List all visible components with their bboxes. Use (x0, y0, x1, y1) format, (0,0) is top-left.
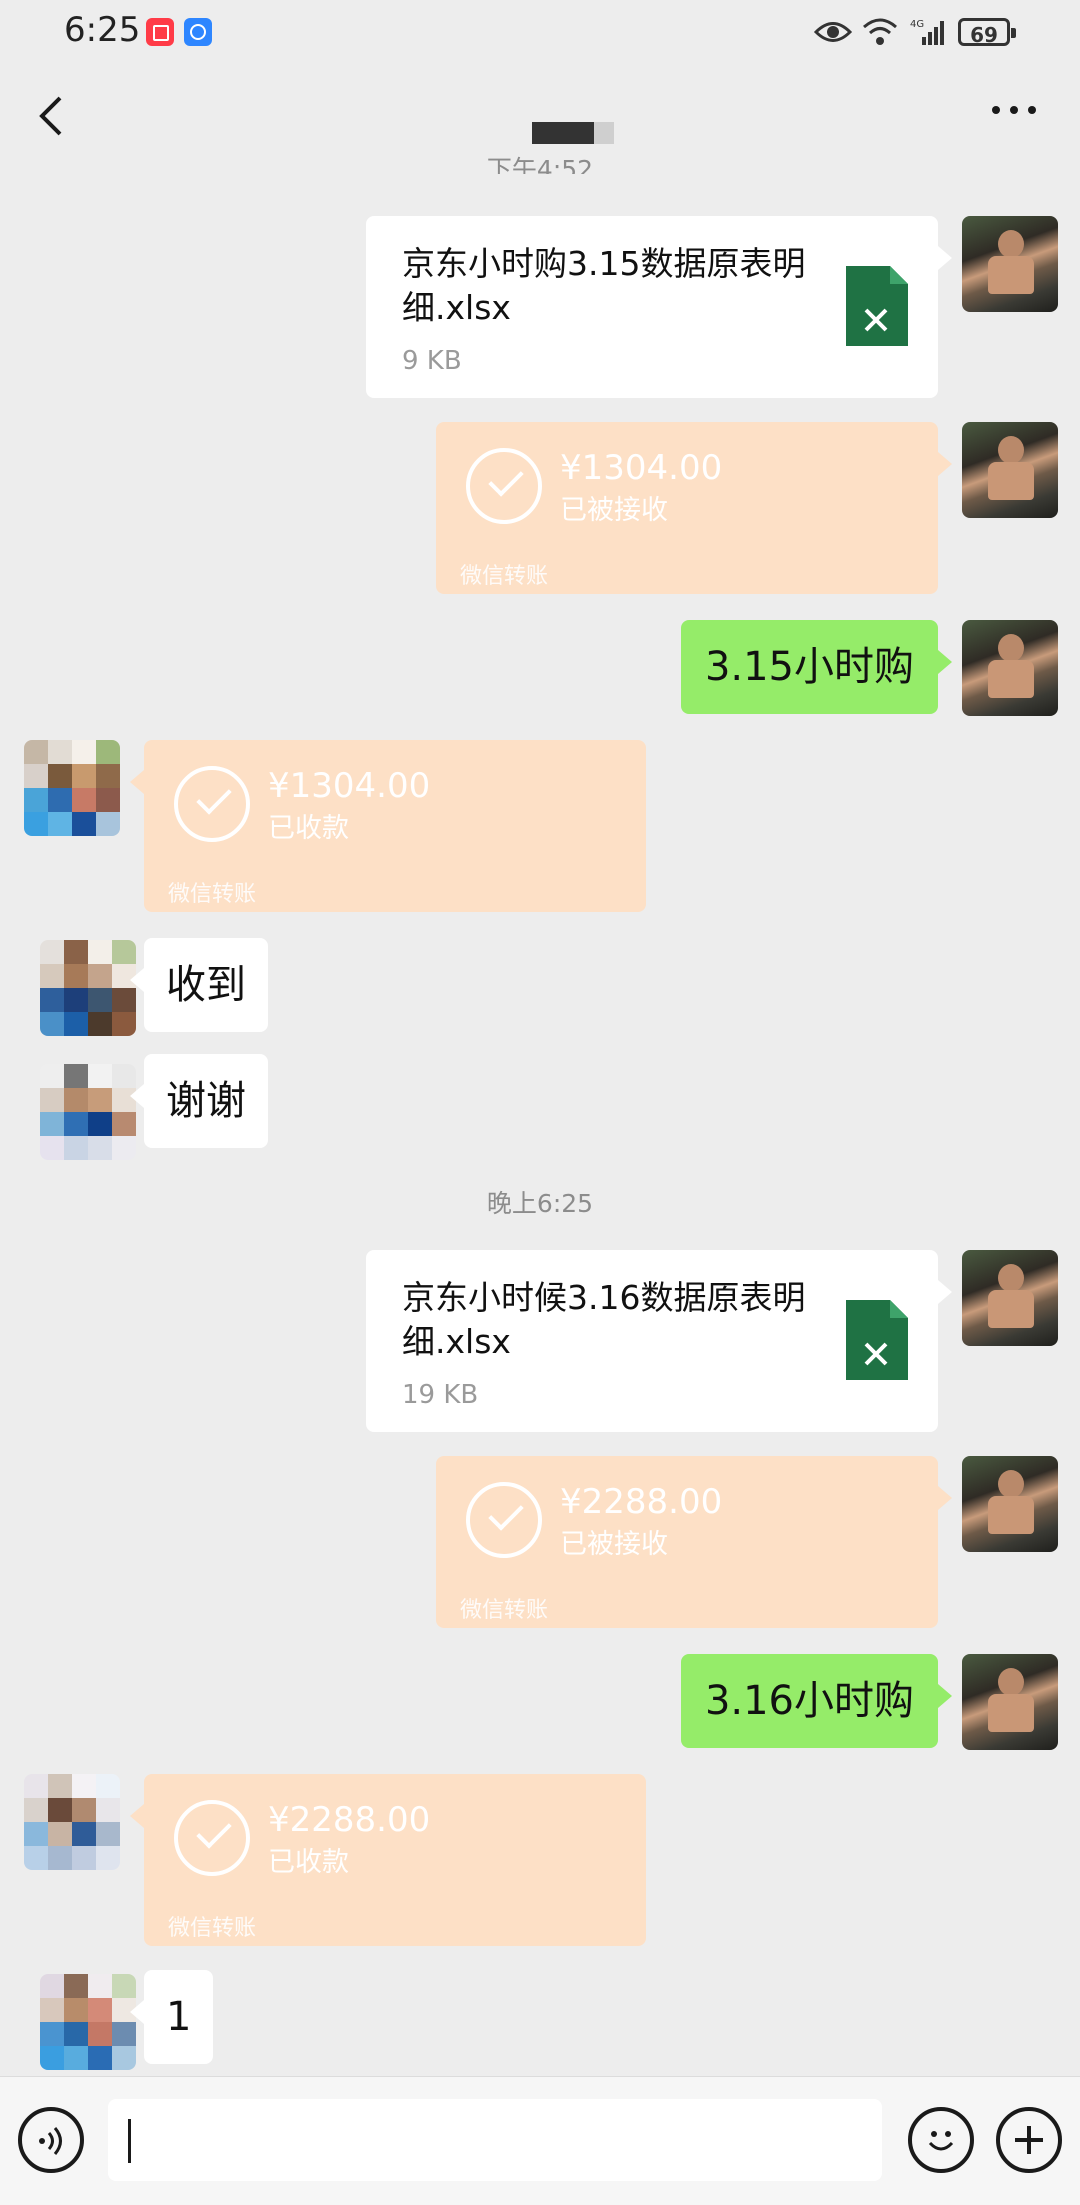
transfer-label: 微信转账 (168, 882, 257, 907)
wifi-icon (863, 18, 897, 45)
status-time: 6:25 (64, 10, 141, 50)
contact-avatar[interactable] (40, 1064, 136, 1160)
transfer-status: 已被接收 (560, 495, 668, 526)
file-message[interactable]: 京东小时候3.16数据原表明细.xlsx 19 KB (366, 1250, 952, 1432)
check-circle-icon (174, 766, 250, 842)
transfer-label: 微信转账 (460, 1598, 549, 1623)
more-options-icon[interactable] (990, 100, 1038, 120)
network-type-label: 4G (910, 19, 924, 30)
file-name: 京东小时候3.16数据原表明细.xlsx (402, 1278, 806, 1361)
transfer-label: 微信转账 (460, 564, 549, 589)
eye-icon (814, 22, 852, 42)
status-indicators: 4G 69 (814, 12, 1016, 52)
transfer-amount: ¥2288.00 (560, 1482, 723, 1522)
voice-icon (39, 2127, 62, 2155)
check-circle-icon (466, 1482, 542, 1558)
battery-icon: 69 (958, 18, 1016, 47)
contact-avatar[interactable] (24, 1774, 120, 1870)
contact-name-redacted (532, 122, 614, 144)
file-name: 京东小时购3.15数据原表明细.xlsx (402, 244, 806, 327)
timestamp: 晚上6:25 (486, 1189, 594, 1218)
notification-app-icon (146, 18, 174, 46)
transfer-label: 微信转账 (168, 1916, 257, 1941)
my-avatar[interactable] (962, 1250, 1058, 1346)
transfer-message[interactable]: ¥2288.00 已被接收 微信转账 (436, 1456, 952, 1628)
status-bar: 6:25 4G 69 (0, 0, 1080, 64)
my-avatar[interactable] (962, 620, 1058, 716)
my-avatar[interactable] (962, 1456, 1058, 1552)
signal-icon: 4G (910, 19, 944, 45)
text-message[interactable]: 收到 (130, 938, 268, 1032)
check-circle-icon (466, 448, 542, 524)
text-cursor (128, 2119, 131, 2163)
more-functions-button[interactable] (996, 2107, 1062, 2173)
timestamp: 下午4:52 (486, 155, 594, 174)
transfer-message[interactable]: ¥2288.00 已收款 微信转账 (130, 1774, 646, 1946)
voice-input-button[interactable] (18, 2107, 84, 2173)
plus-icon (1015, 2126, 1043, 2154)
transfer-status: 已被接收 (560, 1529, 668, 1560)
my-avatar[interactable] (962, 422, 1058, 518)
input-bar (0, 2076, 1080, 2205)
transfer-amount: ¥1304.00 (560, 448, 723, 488)
transfer-amount: ¥2288.00 (268, 1800, 431, 1840)
text-message[interactable]: 谢谢 (130, 1054, 268, 1148)
check-circle-icon (174, 1800, 250, 1876)
transfer-status: 已收款 (268, 1847, 349, 1878)
file-size: 9 KB (402, 346, 462, 376)
smiley-icon (928, 2131, 954, 2151)
notification-app-icon-2 (184, 18, 212, 46)
transfer-status: 已收款 (268, 813, 349, 844)
contact-avatar[interactable] (40, 1974, 136, 2070)
my-avatar[interactable] (962, 216, 1058, 312)
my-avatar[interactable] (962, 1654, 1058, 1750)
file-message[interactable]: 京东小时购3.15数据原表明细.xlsx 9 KB (366, 216, 952, 398)
contact-avatar[interactable] (40, 940, 136, 1036)
message-input[interactable] (108, 2099, 882, 2181)
transfer-message[interactable]: ¥1304.00 已被接收 微信转账 (436, 422, 952, 594)
text-message[interactable]: 3.16小时购 (680, 1654, 953, 1748)
file-size: 19 KB (402, 1380, 479, 1410)
text-message[interactable]: 1 (129, 1970, 214, 2064)
back-arrow-icon[interactable] (30, 94, 74, 138)
contact-avatar[interactable] (24, 740, 120, 836)
excel-icon (846, 266, 908, 346)
text-message[interactable]: 3.15小时购 (680, 620, 953, 714)
transfer-amount: ¥1304.00 (268, 766, 431, 806)
emoji-button[interactable] (908, 2107, 974, 2173)
excel-icon (846, 1300, 908, 1380)
transfer-message[interactable]: ¥1304.00 已收款 微信转账 (130, 740, 646, 912)
